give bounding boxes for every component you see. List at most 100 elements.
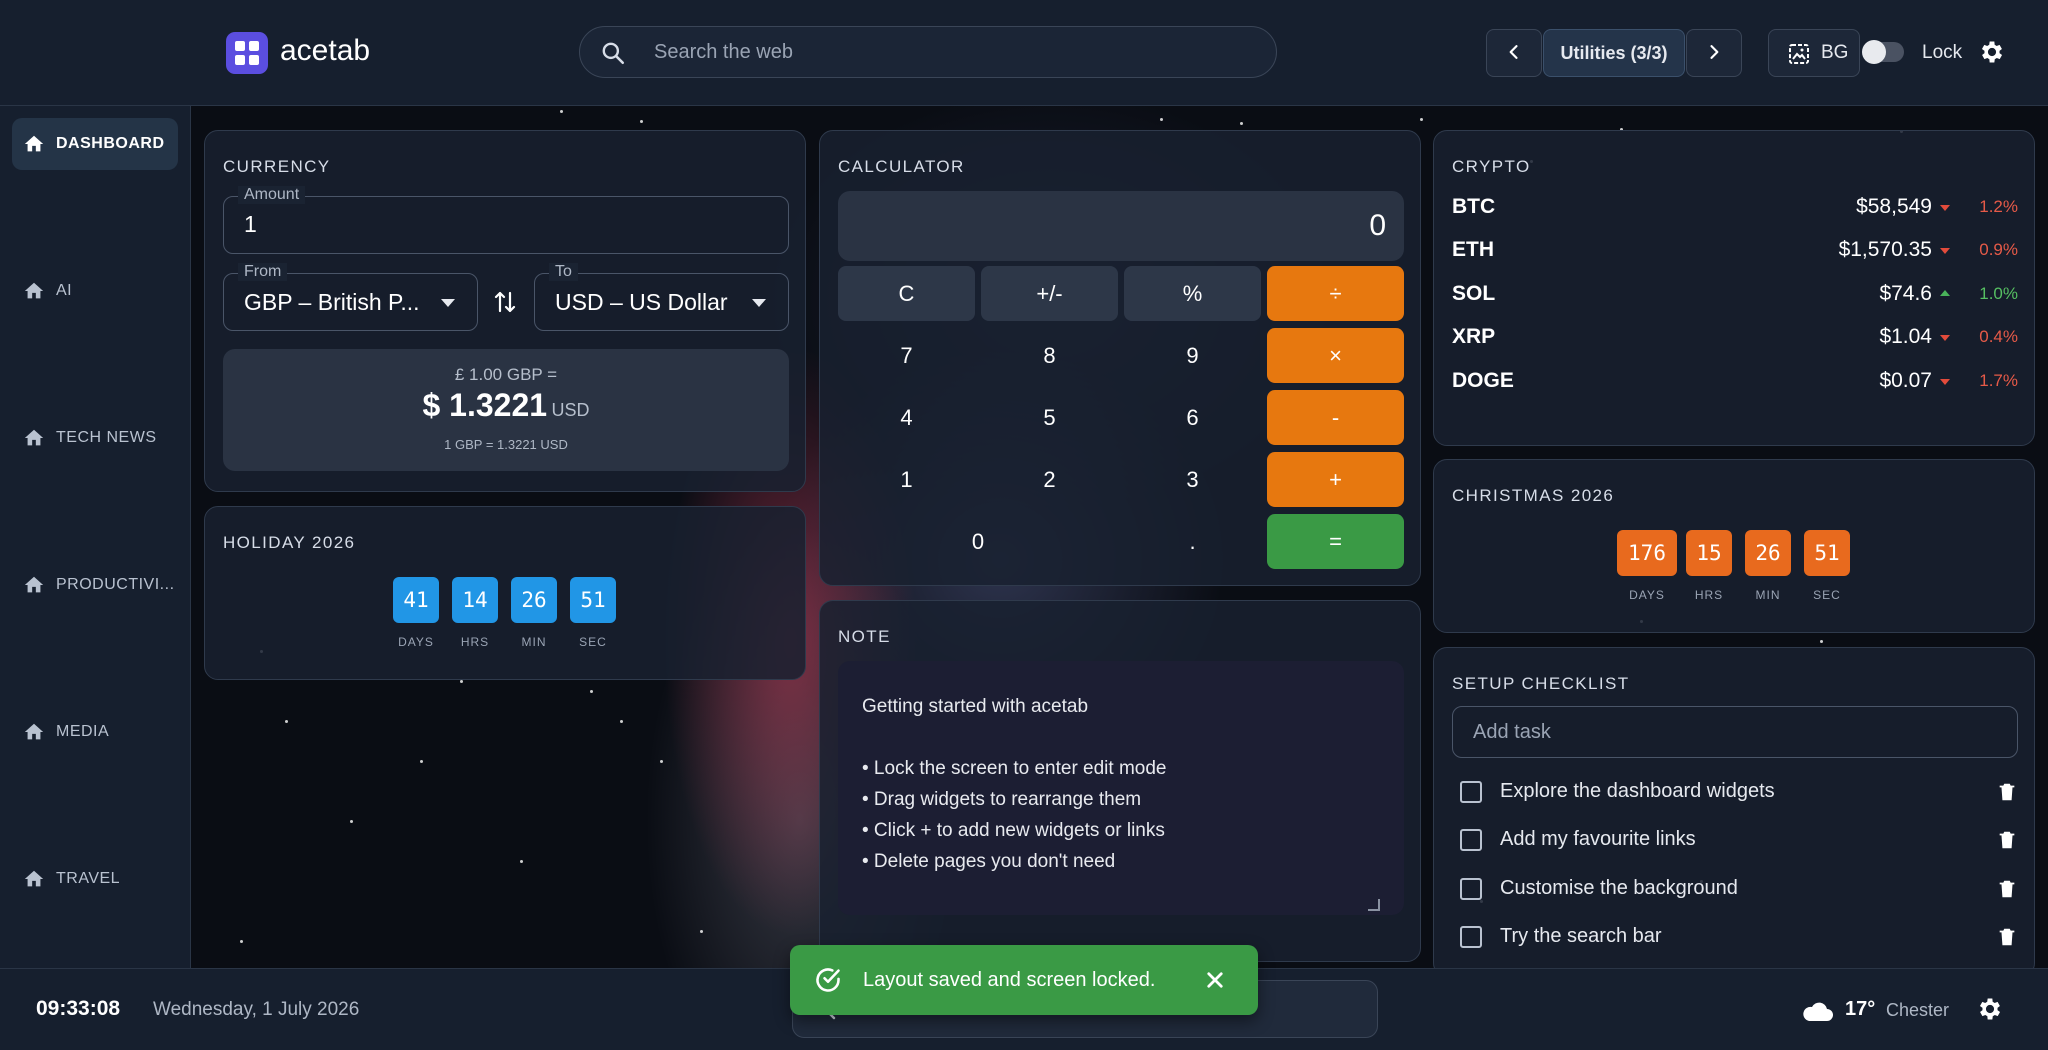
settings-gear-icon[interactable] xyxy=(1976,995,2004,1028)
page-indicator[interactable]: Utilities (3/3) xyxy=(1543,29,1685,77)
widget-title: CRYPTO xyxy=(1452,157,1531,176)
previous-page-button[interactable] xyxy=(1486,29,1542,77)
trash-icon[interactable] xyxy=(1996,925,2018,954)
toast-message: Layout saved and screen locked. xyxy=(863,969,1156,991)
amount-field[interactable]: Amount 1 xyxy=(223,186,789,254)
key-1[interactable]: 1 xyxy=(838,452,975,507)
trend-down-icon xyxy=(1940,379,1950,385)
key-8[interactable]: 8 xyxy=(981,328,1118,383)
trend-down-icon xyxy=(1940,248,1950,254)
crypto-price: $74.6 xyxy=(1879,282,1932,305)
next-page-button[interactable] xyxy=(1686,29,1742,77)
key-3[interactable]: 3 xyxy=(1124,452,1261,507)
sidebar-item-ai[interactable]: AI xyxy=(12,265,178,317)
star xyxy=(1820,640,1823,643)
lock-toggle[interactable] xyxy=(1862,40,1904,64)
countdown: 41 DAYS 14 HRS 26 MIN 51 SEC xyxy=(393,577,633,657)
task-checkbox[interactable] xyxy=(1460,878,1482,900)
key-4[interactable]: 4 xyxy=(838,390,975,445)
key-5[interactable]: 5 xyxy=(981,390,1118,445)
task-text: Try the search bar xyxy=(1500,925,1662,947)
key-percent[interactable]: % xyxy=(1124,266,1261,321)
trash-icon[interactable] xyxy=(1996,780,2018,809)
countdown-days: 176 xyxy=(1617,530,1677,576)
top-bar: acetab Utilities (3/3) BG Lock xyxy=(0,0,2048,106)
note-textarea[interactable]: Getting started with acetab • Lock the s… xyxy=(838,661,1404,915)
sidebar-item-dashboard[interactable]: DASHBOARD xyxy=(12,118,178,170)
dropdown-caret-icon xyxy=(441,299,455,307)
star xyxy=(560,110,563,113)
temperature: 17° xyxy=(1845,998,1876,1020)
weather-city: Chester xyxy=(1886,1000,1950,1020)
from-currency-select[interactable]: From GBP – British P... xyxy=(223,263,478,331)
star xyxy=(1420,118,1423,121)
web-search-input[interactable] xyxy=(654,27,1254,77)
sidebar-item-travel[interactable]: TRAVEL xyxy=(12,853,178,905)
resize-handle-icon[interactable] xyxy=(1368,899,1380,911)
crypto-symbol: ETH xyxy=(1452,238,1494,261)
star xyxy=(640,120,643,123)
date: Wednesday, 1 July 2026 xyxy=(153,999,360,1020)
add-task-input[interactable] xyxy=(1452,706,2018,758)
home-icon xyxy=(23,721,45,748)
app-logo-icon[interactable] xyxy=(226,32,268,74)
background-button[interactable]: BG xyxy=(1768,29,1860,77)
swap-currency-icon[interactable] xyxy=(494,289,516,320)
crypto-change: 1.2% xyxy=(1979,197,2018,216)
star xyxy=(590,690,593,693)
crypto-row: XRP $1.04 0.4% xyxy=(1452,323,2018,353)
trash-icon[interactable] xyxy=(1996,877,2018,906)
calculator-widget: CALCULATOR 0 C +/- % ÷ 7 8 9 × 4 5 6 - 1… xyxy=(819,130,1421,586)
crypto-row: SOL $74.6 1.0% xyxy=(1452,280,2018,310)
rate-line: £ 1.00 GBP = xyxy=(454,365,558,384)
trash-icon[interactable] xyxy=(1996,828,2018,857)
star xyxy=(240,940,243,943)
crypto-symbol: DOGE xyxy=(1452,369,1514,392)
crypto-price: $1,570.35 xyxy=(1838,238,1932,261)
widget-title: SETUP CHECKLIST xyxy=(1452,674,1630,693)
to-currency-select[interactable]: To USD – US Dollar xyxy=(534,263,789,331)
task-checkbox[interactable] xyxy=(1460,829,1482,851)
task-checkbox[interactable] xyxy=(1460,926,1482,948)
key-plus[interactable]: + xyxy=(1267,452,1404,507)
sidebar-item-label: MEDIA xyxy=(56,723,110,740)
key-dot[interactable]: . xyxy=(1124,514,1261,569)
star xyxy=(350,820,353,823)
conversion-result: £ 1.00 GBP = $ 1.3221 USD 1 GBP = 1.3221… xyxy=(223,349,789,471)
key-clear[interactable]: C xyxy=(838,266,975,321)
key-2[interactable]: 2 xyxy=(981,452,1118,507)
countdown-minutes: 26 xyxy=(1745,530,1791,576)
setup-checklist-widget: SETUP CHECKLIST Explore the dashboard wi… xyxy=(1433,647,2035,977)
key-9[interactable]: 9 xyxy=(1124,328,1261,383)
key-equals[interactable]: = xyxy=(1267,514,1404,569)
key-minus[interactable]: - xyxy=(1267,390,1404,445)
task-text: Add my favourite links xyxy=(1500,828,1696,850)
widget-title: HOLIDAY 2026 xyxy=(223,533,356,552)
crypto-change: 1.0% xyxy=(1979,284,2018,303)
toast-notification: Layout saved and screen locked. xyxy=(790,945,1258,1015)
star xyxy=(1160,118,1163,121)
key-0[interactable]: 0 xyxy=(838,514,1118,569)
currency-widget: CURRENCY Amount 1 From GBP – British P..… xyxy=(204,130,806,492)
key-6[interactable]: 6 xyxy=(1124,390,1261,445)
sidebar-item-tech-news[interactable]: TECH NEWS xyxy=(12,412,178,464)
countdown-label: DAYS xyxy=(398,635,434,649)
lock-label: Lock xyxy=(1922,42,1963,63)
christmas-countdown-widget: CHRISTMAS 2026 176 DAYS 15 HRS 26 MIN 51… xyxy=(1433,459,2035,633)
close-icon[interactable] xyxy=(1200,965,1230,995)
note-widget: NOTE Getting started with acetab • Lock … xyxy=(819,600,1421,962)
sidebar-item-media[interactable]: MEDIA xyxy=(12,706,178,758)
settings-gear-icon[interactable] xyxy=(1978,38,2006,71)
checklist-item: Explore the dashboard widgets xyxy=(1452,771,2018,811)
web-search-bar[interactable] xyxy=(579,26,1277,78)
to-label: To xyxy=(549,263,578,281)
key-multiply[interactable]: × xyxy=(1267,328,1404,383)
key-sign[interactable]: +/- xyxy=(981,266,1118,321)
sidebar-item-productivity[interactable]: PRODUCTIVI... xyxy=(12,559,178,611)
countdown-label: MIN xyxy=(1755,588,1781,602)
key-divide[interactable]: ÷ xyxy=(1267,266,1404,321)
crypto-change: 0.9% xyxy=(1979,240,2018,259)
task-checkbox[interactable] xyxy=(1460,781,1482,803)
key-7[interactable]: 7 xyxy=(838,328,975,383)
crypto-price: $58,549 xyxy=(1856,195,1932,218)
